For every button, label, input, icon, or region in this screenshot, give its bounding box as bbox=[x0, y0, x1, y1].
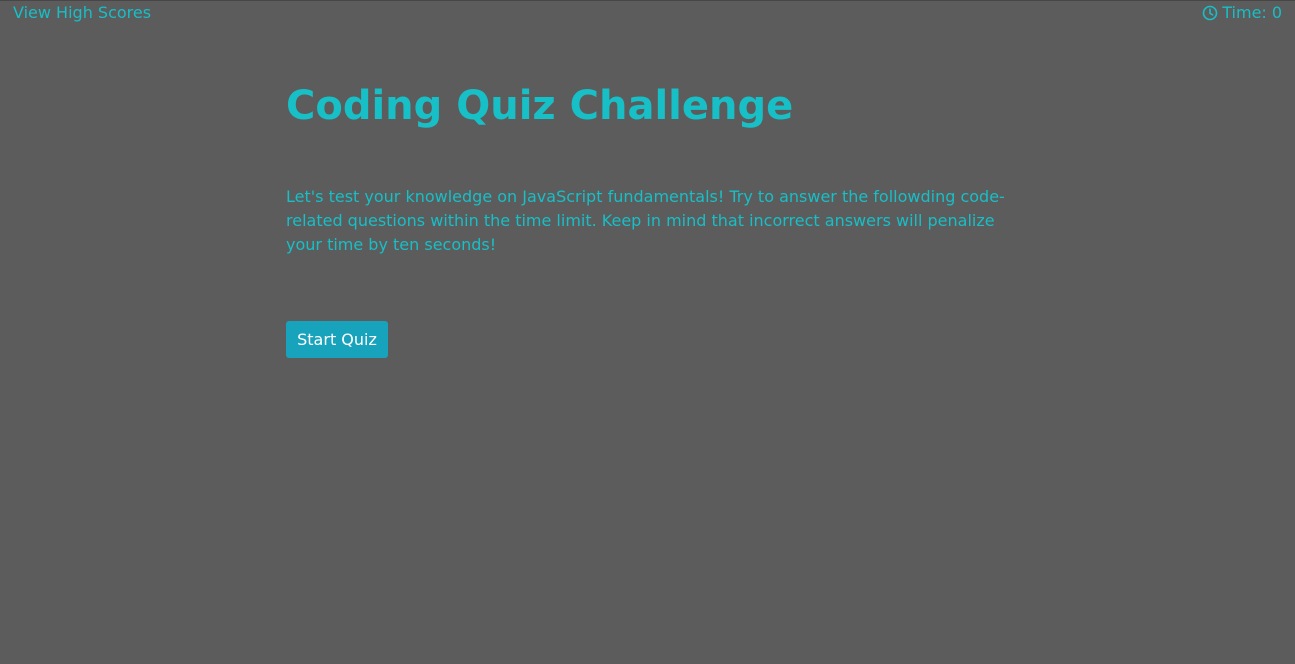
timer: Time: 0 bbox=[1202, 3, 1282, 22]
quiz-intro-header: Coding Quiz Challenge bbox=[286, 80, 1016, 132]
page-title: Coding Quiz Challenge bbox=[286, 83, 794, 129]
top-bar: View High Scores Time: 0 bbox=[0, 0, 1295, 26]
timer-value: 0 bbox=[1271, 3, 1282, 22]
view-high-scores-link[interactable]: View High Scores bbox=[13, 3, 151, 22]
quiz-description: Let's test your knowledge on JavaScript … bbox=[286, 187, 1005, 254]
clock-icon bbox=[1202, 5, 1218, 20]
timer-label: Time: bbox=[1222, 3, 1267, 22]
start-quiz-button[interactable]: Start Quiz bbox=[286, 321, 388, 358]
